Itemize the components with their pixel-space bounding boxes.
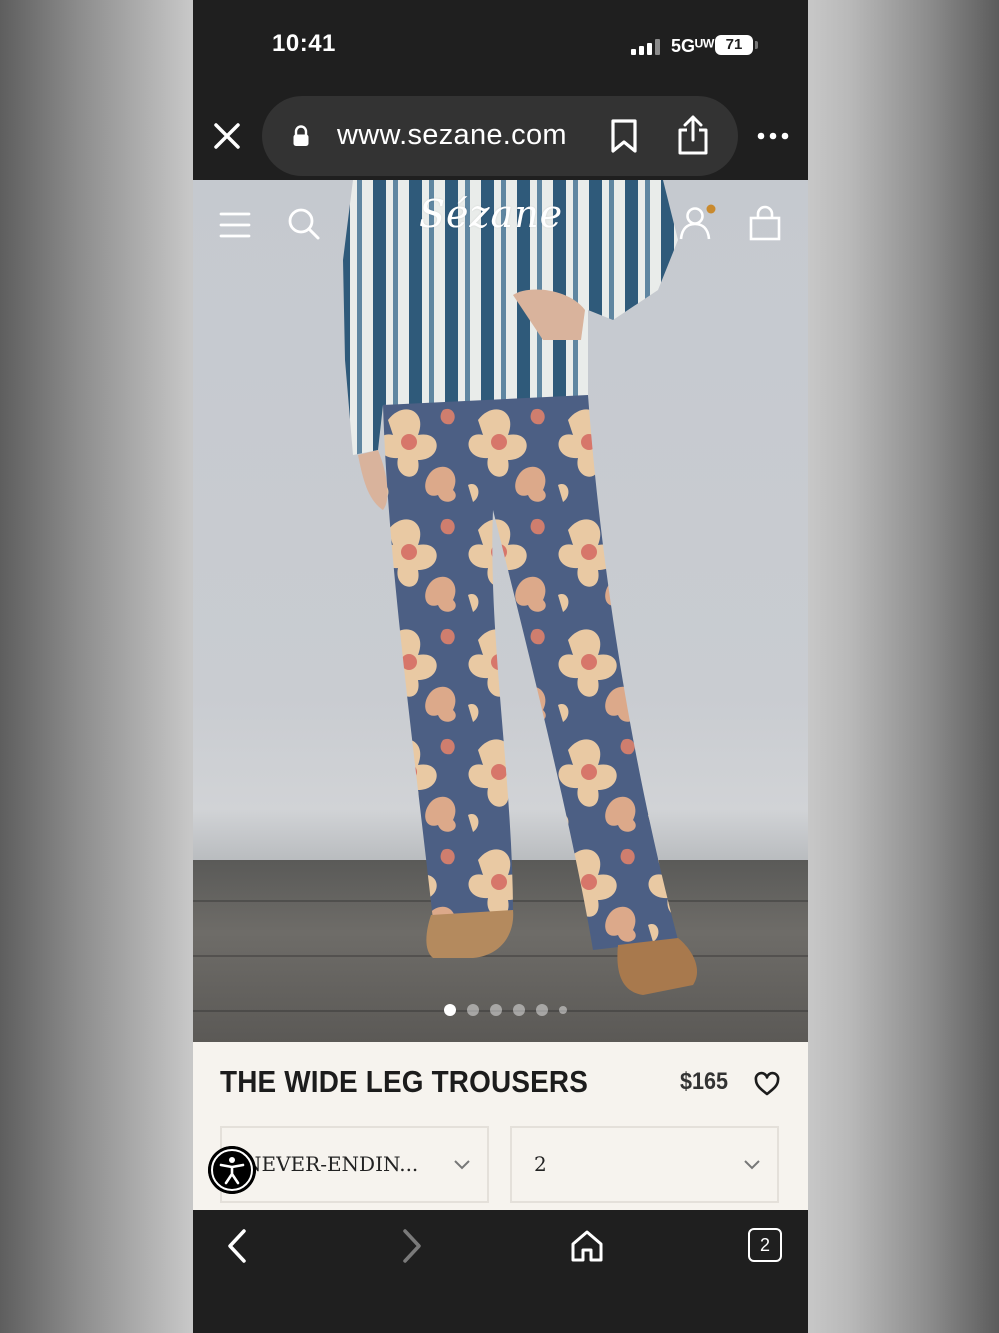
gallery-dot[interactable] xyxy=(559,1006,567,1014)
product-info: THE WIDE LEG TROUSERS $165 NEVER-ENDIN..… xyxy=(193,1042,808,1210)
color-select[interactable]: NEVER-ENDIN... xyxy=(220,1126,489,1203)
accessibility-icon[interactable] xyxy=(208,1146,256,1194)
color-select-value: NEVER-ENDIN... xyxy=(244,1152,419,1176)
url-text: www.sezane.com xyxy=(337,119,567,151)
site-logo[interactable]: Sézane xyxy=(419,192,563,236)
browser-toolbar: 2 xyxy=(193,1210,808,1333)
gallery-dot[interactable] xyxy=(513,1004,525,1016)
bag-icon[interactable] xyxy=(746,204,784,242)
product-title: THE WIDE LEG TROUSERS xyxy=(220,1064,589,1099)
chevron-down-icon xyxy=(744,1160,760,1170)
forward-icon[interactable] xyxy=(393,1228,429,1264)
gallery-dot[interactable] xyxy=(444,1004,456,1016)
address-bar[interactable]: www.sezane.com xyxy=(262,96,738,176)
home-icon[interactable] xyxy=(569,1228,605,1264)
battery-icon: 71 xyxy=(715,35,753,55)
back-icon[interactable] xyxy=(220,1228,256,1264)
battery-tip xyxy=(755,41,758,49)
gallery-dot[interactable] xyxy=(467,1004,479,1016)
gallery-dots[interactable] xyxy=(444,1004,567,1018)
gallery-dot[interactable] xyxy=(490,1004,502,1016)
chevron-down-icon xyxy=(454,1160,470,1170)
gallery-dot[interactable] xyxy=(536,1004,548,1016)
size-select[interactable]: 2 xyxy=(510,1126,779,1203)
phone-screen: 10:41 5Gᵁᵂ 71 www.sezane.com Sézane THE … xyxy=(193,0,808,1333)
bookmark-icon[interactable] xyxy=(609,118,639,154)
close-icon[interactable] xyxy=(211,120,243,152)
signal-icon xyxy=(631,39,661,55)
heart-icon[interactable] xyxy=(753,1071,781,1097)
model-figure xyxy=(343,180,698,995)
status-time: 10:41 xyxy=(272,30,336,57)
account-icon[interactable] xyxy=(678,204,716,242)
product-price: $165 xyxy=(680,1068,729,1095)
more-icon[interactable] xyxy=(756,122,790,150)
share-icon[interactable] xyxy=(675,114,711,156)
search-icon[interactable] xyxy=(285,205,323,243)
network-label: 5Gᵁᵂ xyxy=(671,36,715,56)
size-select-value: 2 xyxy=(534,1152,547,1176)
lock-icon xyxy=(293,125,309,146)
product-image[interactable]: Sézane xyxy=(193,180,808,1042)
menu-icon[interactable] xyxy=(216,206,254,244)
tabs-icon[interactable]: 2 xyxy=(748,1228,782,1262)
